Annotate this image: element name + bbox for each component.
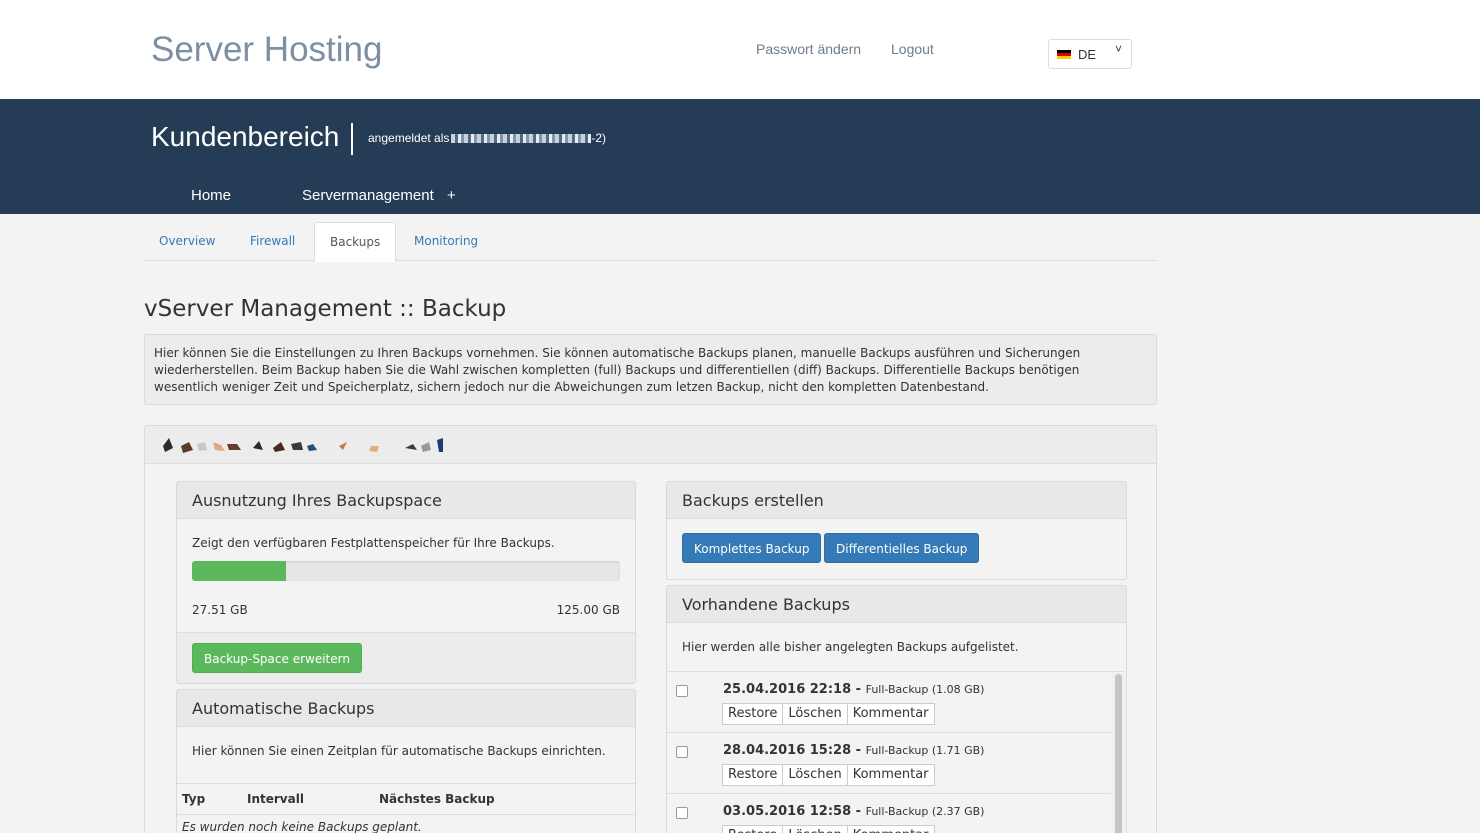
column-next-backup: Nächstes Backup [374, 783, 635, 815]
comment-button[interactable]: Kommentar [846, 825, 935, 833]
extend-backup-space-button[interactable]: Backup-Space erweitern [192, 643, 362, 673]
auto-description: Hier können Sie einen Zeitplan für autom… [192, 744, 606, 758]
usage-description: Zeigt den verfügbaren Festplattenspeiche… [192, 536, 555, 550]
top-header: Server Hosting Passwort ändern Logout DE… [0, 0, 1480, 99]
existing-backups-panel: Vorhandene Backups Hier werden alle bish… [666, 585, 1127, 833]
restore-button[interactable]: Restore [722, 764, 784, 786]
usage-progress-fill [192, 561, 287, 581]
login-prefix: angemeldet als [368, 131, 450, 145]
total-space: 125.00 GB [556, 603, 620, 617]
title-separator [351, 123, 353, 155]
list-item: 28.04.2016 15:28 - Full-Backup (1.71 GB)… [667, 733, 1111, 794]
table-row: Es wurden noch keine Backups geplant. [177, 814, 635, 833]
intro-text: Hier können Sie die Einstellungen zu Ihr… [144, 334, 1157, 405]
tab-monitoring[interactable]: Monitoring [399, 222, 493, 261]
customer-area-title: Kundenbereich [151, 121, 340, 152]
comment-button[interactable]: Kommentar [846, 764, 935, 786]
column-interval: Intervall [242, 783, 374, 815]
login-suffix: -2) [591, 131, 607, 145]
redacted-server-name [163, 438, 443, 453]
chevron-down-icon: ˅ [1115, 42, 1123, 56]
list-item: 03.05.2016 12:58 - Full-Backup (2.37 GB)… [667, 794, 1111, 833]
automatic-backups-panel: Automatische Backups Hier können Sie ein… [176, 689, 636, 833]
usage-panel-footer: Backup-Space erweitern [177, 632, 635, 683]
backup-checkbox[interactable] [676, 685, 688, 697]
create-backups-panel: Backups erstellen Komplettes Backup Diff… [666, 481, 1127, 580]
delete-button[interactable]: Löschen [782, 764, 848, 786]
language-code: DE [1078, 47, 1097, 62]
column-type: Typ [177, 783, 242, 815]
restore-button[interactable]: Restore [722, 703, 784, 725]
backup-date: 03.05.2016 12:58 [723, 804, 852, 819]
existing-description: Hier werden alle bisher angelegten Backu… [682, 640, 1019, 654]
tab-bar: Overview Firewall Backups Monitoring [144, 222, 1157, 262]
backup-checkbox[interactable] [676, 807, 688, 819]
nav-home[interactable]: Home [191, 187, 231, 204]
brand-logo[interactable]: Server Hosting [151, 30, 382, 70]
restore-button[interactable]: Restore [722, 825, 784, 833]
full-backup-button[interactable]: Komplettes Backup [682, 533, 822, 563]
language-select[interactable]: DE ˅ [1048, 39, 1132, 69]
no-schedules-text: Es wurden noch keine Backups geplant. [177, 814, 635, 833]
delete-button[interactable]: Löschen [782, 825, 848, 833]
tab-firewall[interactable]: Firewall [235, 222, 310, 261]
backup-separator: - [851, 804, 866, 819]
page-title: vServer Management :: Backup [144, 296, 507, 322]
used-space: 27.51 GB [192, 603, 248, 617]
usage-panel-title: Ausnutzung Ihres Backupspace [177, 482, 635, 519]
tab-backups[interactable]: Backups [314, 222, 397, 262]
usage-progress-bar [192, 561, 620, 581]
backupspace-usage-panel: Ausnutzung Ihres Backupspace Zeigt den v… [176, 481, 636, 684]
backup-info: Full-Backup (1.08 GB) [865, 683, 985, 696]
logout-link[interactable]: Logout [891, 41, 934, 57]
backup-list[interactable]: 25.04.2016 22:18 - Full-Backup (1.08 GB)… [667, 671, 1125, 833]
nav-expand-plus-icon[interactable]: + [447, 187, 456, 204]
backup-panel-header [145, 426, 1156, 464]
schedule-table: Typ Intervall Nächstes Backup Es wurden … [177, 783, 635, 833]
german-flag-icon [1057, 50, 1071, 59]
create-panel-title: Backups erstellen [667, 482, 1126, 519]
backup-panel: Ausnutzung Ihres Backupspace Zeigt den v… [144, 425, 1157, 833]
tab-overview[interactable]: Overview [144, 222, 231, 261]
logged-in-as: angemeldet als -2) [368, 131, 606, 145]
backup-separator: - [851, 743, 866, 758]
nav-servermanagement[interactable]: Servermanagement [302, 187, 434, 204]
redacted-username [451, 134, 592, 144]
backup-list-scrollbar[interactable] [1111, 672, 1125, 833]
auto-panel-title: Automatische Backups [177, 690, 635, 727]
list-item: 25.04.2016 22:18 - Full-Backup (1.08 GB)… [667, 672, 1111, 733]
backup-date: 25.04.2016 22:18 [723, 682, 852, 697]
backup-checkbox[interactable] [676, 746, 688, 758]
differential-backup-button[interactable]: Differentielles Backup [824, 533, 980, 563]
scrollbar-thumb[interactable] [1115, 674, 1122, 833]
change-password-link[interactable]: Passwort ändern [756, 41, 861, 57]
backup-info: Full-Backup (2.37 GB) [865, 805, 985, 818]
delete-button[interactable]: Löschen [782, 703, 848, 725]
comment-button[interactable]: Kommentar [846, 703, 935, 725]
customer-area-banner: Kundenbereich angemeldet als -2) Home Ser… [0, 99, 1480, 214]
existing-panel-title: Vorhandene Backups [667, 586, 1126, 623]
backup-date: 28.04.2016 15:28 [723, 743, 852, 758]
backup-separator: - [851, 682, 866, 697]
schedule-table-header: Typ Intervall Nächstes Backup [177, 783, 635, 815]
backup-info: Full-Backup (1.71 GB) [865, 744, 985, 757]
